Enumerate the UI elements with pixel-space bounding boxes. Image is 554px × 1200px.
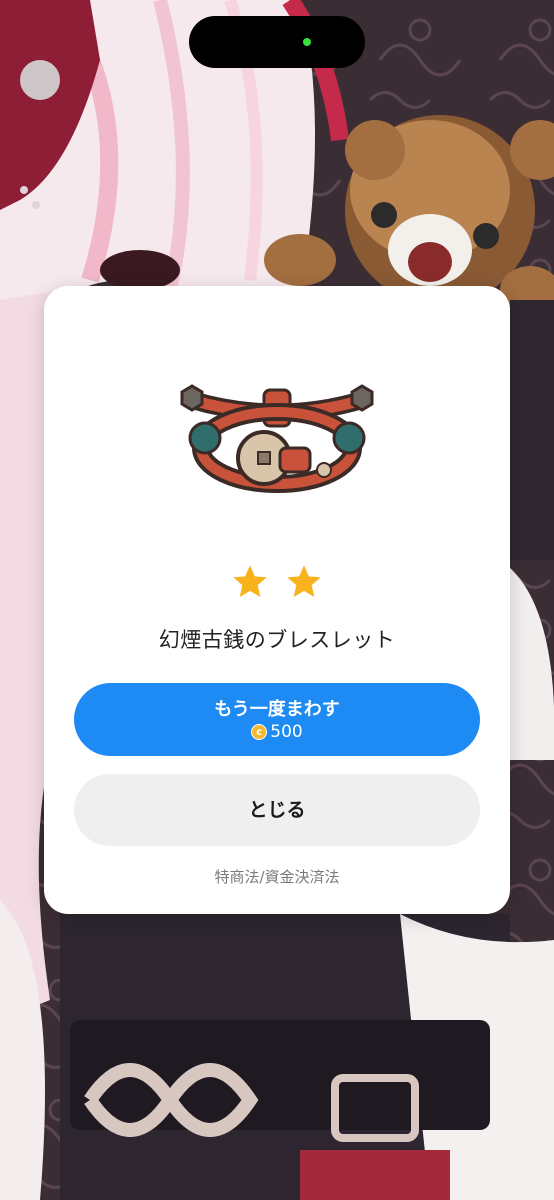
dynamic-island [189, 16, 365, 68]
camera-indicator-dot [303, 38, 311, 46]
star-icon [233, 565, 267, 597]
spin-again-button[interactable]: もう一度まわす c 500 [74, 683, 480, 756]
coin-icon: c [251, 724, 268, 740]
gacha-result-screen: 幻煙古銭のブレスレット もう一度まわす c 500 とじる 特商法/資金決済法 [0, 0, 554, 1200]
spin-again-label: もう一度まわす [214, 699, 340, 720]
price-value: 500 [270, 722, 303, 742]
close-button[interactable]: とじる [74, 774, 480, 846]
star-icon [287, 565, 321, 597]
rarity-stars [0, 562, 554, 610]
legal-notice-link[interactable]: 特商法/資金決済法 [0, 866, 554, 887]
bracelet-item-image [180, 384, 374, 493]
spin-again-price: c 500 [74, 722, 480, 742]
item-name: 幻煙古銭のブレスレット [158, 628, 396, 652]
